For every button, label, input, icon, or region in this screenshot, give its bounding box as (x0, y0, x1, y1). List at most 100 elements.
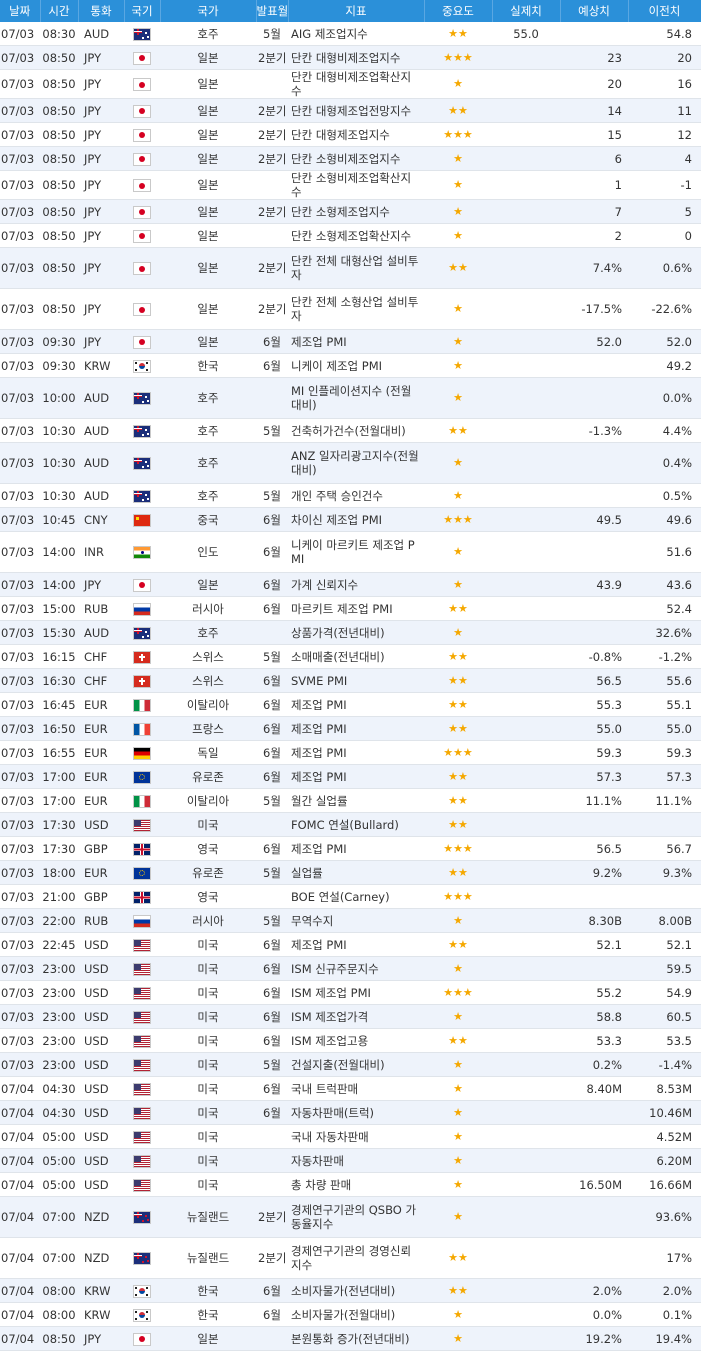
table-row[interactable]: 07/03 09:30 JPY 일본 6월 제조업 PMI ★ 52.0 52.0 (0, 329, 701, 354)
table-row[interactable]: 07/03 17:00 EUR 유로존 6월 제조업 PMI ★★ 57.3 57.3 (0, 764, 701, 789)
table-row[interactable]: 07/04 04:30 USD 미국 6월 국내 트럭판매 ★ 8.40M 8.53M (0, 1076, 701, 1101)
table-row[interactable]: 07/03 08:50 JPY 일본 2분기 단칸 대형비제조업지수 ★★★ 23 20 (0, 45, 701, 70)
table-row[interactable]: 07/04 05:00 USD 미국 자동차판매 ★ 6.20M (0, 1148, 701, 1173)
table-row[interactable]: 07/03 10:30 AUD 호주 5월 건축허가건수(전월대비) ★★ -1.3% 4.4% (0, 418, 701, 443)
table-row[interactable]: 07/03 08:50 JPY 일본 2분기 단칸 대형제조업지수 ★★★ 15 12 (0, 122, 701, 147)
cell-actual (492, 418, 560, 443)
table-row[interactable]: 07/03 21:00 GBP 영국 BOE 연설(Carney) ★★★ (0, 884, 701, 909)
table-row[interactable]: 07/03 10:30 AUD 호주 ANZ 일자리광고지수(전월대비) ★ 0.4% (0, 442, 701, 484)
table-row[interactable]: 07/04 08:00 KRW 한국 6월 소비자물가(전년대비) ★★ 2.0% 2.0% (0, 1278, 701, 1303)
header-flag[interactable]: 국기 (124, 0, 161, 22)
cell-indicator: 경제연구기관의 경영신뢰지수 (288, 1237, 424, 1279)
table-row[interactable]: 07/03 23:00 USD 미국 6월 ISM 신규주문지수 ★ 59.5 (0, 956, 701, 981)
table-row[interactable]: 07/03 08:50 JPY 일본 2분기 단칸 대형제조업전망지수 ★★ 14 11 (0, 98, 701, 123)
cell-actual (492, 442, 560, 484)
flag-us-icon (134, 1011, 150, 1023)
cell-date: 07/03 (0, 572, 40, 597)
table-row[interactable]: 07/03 10:30 AUD 호주 5월 개인 주택 승인건수 ★ 0.5% (0, 483, 701, 508)
cell-importance-stars: ★★ (424, 932, 492, 957)
cell-forecast: 8.30B (560, 908, 628, 933)
header-currency[interactable]: 통화 (78, 0, 125, 22)
table-row[interactable]: 07/04 05:00 USD 미국 국내 자동차판매 ★ 4.52M (0, 1124, 701, 1149)
cell-flag (124, 788, 160, 813)
flag-it-icon (134, 699, 150, 711)
table-row[interactable]: 07/03 08:50 JPY 일본 2분기 단칸 소형제조업지수 ★ 7 5 (0, 199, 701, 224)
table-row[interactable]: 07/03 16:45 EUR 이탈리아 6월 제조업 PMI ★★ 55.3 55.1 (0, 692, 701, 717)
table-row[interactable]: 07/03 23:00 USD 미국 5월 건설지출(전월대비) ★ 0.2% -1.4% (0, 1052, 701, 1077)
cell-period: 6월 (256, 764, 288, 789)
table-row[interactable]: 07/03 23:00 USD 미국 6월 ISM 제조업가격 ★ 58.8 60.5 (0, 1004, 701, 1029)
cell-country: 미국 (160, 1076, 256, 1101)
header-time[interactable]: 시간 (40, 0, 79, 22)
header-country[interactable]: 국가 (160, 0, 257, 22)
cell-indicator: ISM 제조업가격 (288, 1004, 424, 1029)
table-row[interactable]: 07/03 08:50 JPY 일본 2분기 단칸 전체 소형산업 설비투자 ★ -17.5%… (0, 288, 701, 330)
table-row[interactable]: 07/03 08:30 AUD 호주 5월 AIG 제조업지수 ★★ 55.0 54.8 (0, 22, 701, 46)
header-date[interactable]: 날짜 (0, 0, 41, 22)
table-row[interactable]: 07/03 10:00 AUD 호주 MI 인플레이션지수 (전월대비) ★ 0.0% (0, 377, 701, 419)
cell-time: 08:50 (40, 199, 78, 224)
cell-currency: GBP (78, 884, 124, 909)
cell-time: 08:30 (40, 22, 78, 46)
cell-date: 07/04 (0, 1326, 40, 1351)
flag-au-icon (134, 393, 150, 404)
cell-indicator: 제조업 PMI (288, 932, 424, 957)
cell-country: 프랑스 (160, 716, 256, 741)
cell-importance-stars: ★★ (424, 764, 492, 789)
cell-forecast: 56.5 (560, 668, 628, 693)
table-row[interactable]: 07/03 08:50 JPY 일본 단칸 대형비제조업확산지수 ★ 20 16 (0, 69, 701, 99)
cell-importance-stars: ★ (424, 1172, 492, 1197)
table-row[interactable]: 07/03 22:45 USD 미국 6월 제조업 PMI ★★ 52.1 52.1 (0, 932, 701, 957)
header-forecast[interactable]: 예상치 (560, 0, 629, 22)
table-row[interactable]: 07/03 10:45 CNY 중국 6월 차이신 제조업 PMI ★★★ 49.5 49.6 (0, 507, 701, 532)
table-row[interactable]: 07/03 17:30 GBP 영국 6월 제조업 PMI ★★★ 56.5 56.7 (0, 836, 701, 861)
cell-period: 5월 (256, 1052, 288, 1077)
cell-time: 15:00 (40, 596, 78, 621)
cell-actual (492, 1052, 560, 1077)
cell-forecast: 56.5 (560, 836, 628, 861)
cell-actual (492, 764, 560, 789)
table-row[interactable]: 07/03 08:50 JPY 일본 2분기 단칸 소형비제조업지수 ★ 6 4 (0, 146, 701, 171)
table-row[interactable]: 07/03 23:00 USD 미국 6월 ISM 제조업 PMI ★★★ 55.2 54.9 (0, 980, 701, 1005)
table-row[interactable]: 07/04 07:00 NZD 뉴질랜드 2분기 경제연구기관의 QSBO 가동율지수 ★ 9… (0, 1196, 701, 1238)
cell-importance-stars: ★★ (424, 1278, 492, 1303)
table-row[interactable]: 07/04 08:50 JPY 일본 본원통화 증가(전년대비) ★ 19.2% 19.4% (0, 1326, 701, 1351)
table-row[interactable]: 07/03 09:30 KRW 한국 6월 니케이 제조업 PMI ★ 49.2 (0, 353, 701, 378)
table-row[interactable]: 07/03 23:00 USD 미국 6월 ISM 제조업고용 ★★ 53.3 53.5 (0, 1028, 701, 1053)
table-row[interactable]: 07/04 07:00 NZD 뉴질랜드 2분기 경제연구기관의 경영신뢰지수 ★★ 17% (0, 1237, 701, 1279)
cell-period: 5월 (256, 418, 288, 443)
table-row[interactable]: 07/03 17:30 USD 미국 FOMC 연설(Bullard) ★★ (0, 812, 701, 837)
header-period[interactable]: 발표월 (256, 0, 289, 22)
table-row[interactable]: 07/03 14:00 INR 인도 6월 니케이 마르키트 제조업 PMI ★ 51.6 (0, 531, 701, 573)
cell-actual (492, 1004, 560, 1029)
table-row[interactable]: 07/03 16:55 EUR 독일 6월 제조업 PMI ★★★ 59.3 59.3 (0, 740, 701, 765)
table-row[interactable]: 07/03 15:00 RUB 러시아 6월 마르키트 제조업 PMI ★★ 52.4 (0, 596, 701, 621)
table-row[interactable]: 07/03 17:00 EUR 이탈리아 5월 월간 실업률 ★★ 11.1% 11.1% (0, 788, 701, 813)
cell-currency: USD (78, 956, 124, 981)
table-row[interactable]: 07/03 16:50 EUR 프랑스 6월 제조업 PMI ★★ 55.0 55.0 (0, 716, 701, 741)
cell-time: 15:30 (40, 620, 78, 645)
table-row[interactable]: 07/03 22:00 RUB 러시아 5월 무역수지 ★ 8.30B 8.00B (0, 908, 701, 933)
table-row[interactable]: 07/03 08:50 JPY 일본 2분기 단칸 전체 대형산업 설비투자 ★★ 7.4% 0… (0, 247, 701, 289)
table-row[interactable]: 07/03 14:00 JPY 일본 6월 가계 신뢰지수 ★ 43.9 43.6 (0, 572, 701, 597)
table-row[interactable]: 07/04 08:00 KRW 한국 6월 소비자물가(전월대비) ★ 0.0% 0.1% (0, 1302, 701, 1327)
table-row[interactable]: 07/03 16:30 CHF 스위스 6월 SVME PMI ★★ 56.5 55.6 (0, 668, 701, 693)
table-row[interactable]: 07/03 18:00 EUR 유로존 5월 실업률 ★★ 9.2% 9.3% (0, 860, 701, 885)
table-row[interactable]: 07/03 15:30 AUD 호주 상품가격(전년대비) ★ 32.6% (0, 620, 701, 645)
cell-period: 6월 (256, 1028, 288, 1053)
table-row[interactable]: 07/03 16:15 CHF 스위스 5월 소매매출(전년대비) ★★ -0.8% -1.2% (0, 644, 701, 669)
cell-period: 6월 (256, 692, 288, 717)
header-indicator[interactable]: 지표 (288, 0, 425, 22)
cell-importance-stars: ★★ (424, 692, 492, 717)
cell-previous: 10.46M (628, 1100, 701, 1125)
table-row[interactable]: 07/03 08:50 JPY 일본 단칸 소형비제조업확산지수 ★ 1 -1 (0, 170, 701, 200)
header-actual[interactable]: 실제치 (492, 0, 561, 22)
cell-time: 18:00 (40, 860, 78, 885)
table-row[interactable]: 07/04 05:00 USD 미국 총 차량 판매 ★ 16.50M 16.66M (0, 1172, 701, 1197)
cell-importance-stars: ★★★ (424, 45, 492, 70)
header-previous[interactable]: 이전치 (628, 0, 701, 22)
header-importance[interactable]: 중요도 (424, 0, 493, 22)
cell-indicator: 무역수지 (288, 908, 424, 933)
table-row[interactable]: 07/03 08:50 JPY 일본 단칸 소형제조업확산지수 ★ 2 0 (0, 223, 701, 248)
table-row[interactable]: 07/04 04:30 USD 미국 6월 자동차판매(트럭) ★ 10.46M (0, 1100, 701, 1125)
